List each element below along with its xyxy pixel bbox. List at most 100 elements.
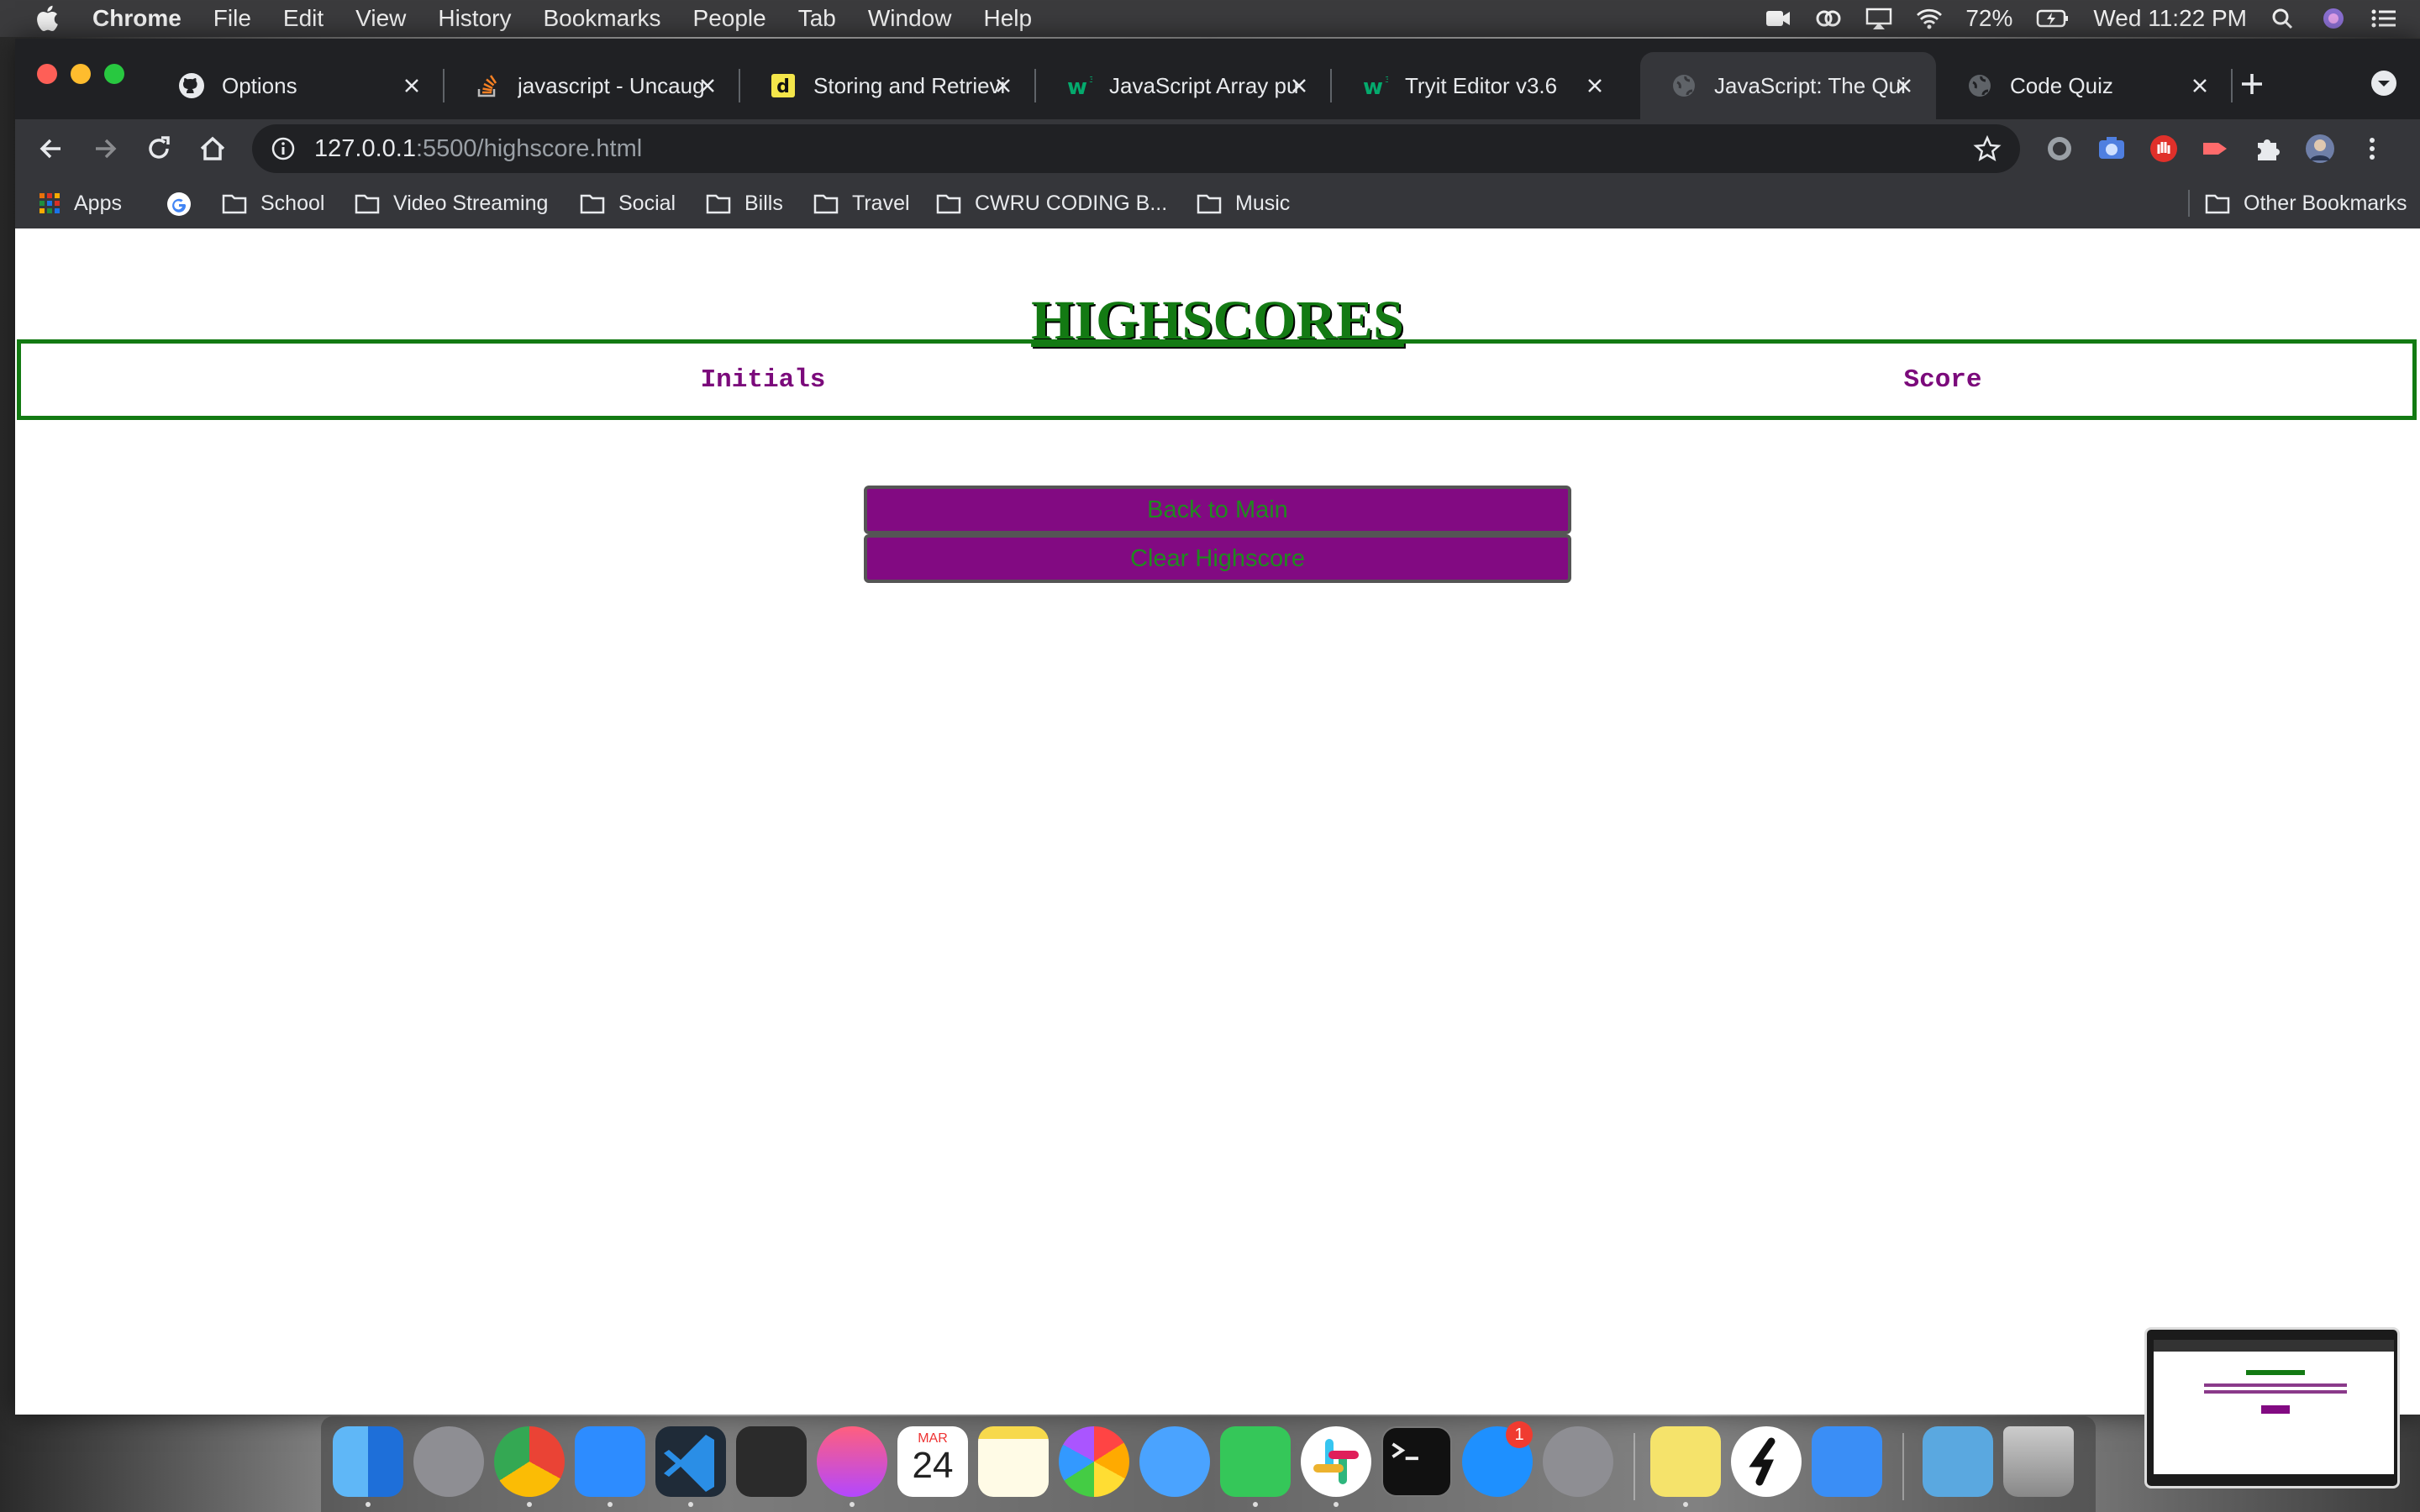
tab-close-icon[interactable] [1583,74,1607,97]
forward-arrow-icon[interactable] [89,133,121,165]
airplay-icon[interactable] [1865,7,1893,30]
folder-icon [2205,194,2230,214]
tab-code-quiz[interactable]: Code Quiz [1936,52,2233,119]
thumbnail-text-line [2204,1383,2347,1387]
stickies-icon[interactable] [1650,1426,1721,1497]
tab-title: Code Quiz [2010,72,2113,98]
globe-icon [1969,75,1991,97]
tab-storing-retrieving[interactable]: d Storing and Retrievi [739,52,1036,119]
finder-icon[interactable] [333,1426,403,1497]
messages-icon[interactable] [1139,1426,1210,1497]
bookmark-folder-travel[interactable]: Travel [813,178,910,228]
bookmark-folder-bills[interactable]: Bills [706,178,783,228]
menu-window[interactable]: Window [868,5,952,32]
bookmark-folder-video-streaming[interactable]: Video Streaming [355,178,548,228]
highscore-table-header: Initials Score [17,339,2417,420]
bookmark-folder-school[interactable]: School [222,178,324,228]
chrome-icon[interactable] [494,1426,565,1497]
back-arrow-icon[interactable] [35,133,67,165]
music-icon[interactable] [817,1426,887,1497]
menu-app-name[interactable]: Chrome [92,5,182,32]
tab-stackoverflow[interactable]: javascript - Uncaug [444,52,740,119]
tab-js-array-push[interactable]: w3 JavaScript Array pu [1035,52,1332,119]
tab-options[interactable]: Options [148,52,445,119]
zoom-app-icon[interactable] [575,1426,645,1497]
bookmark-other-bookmarks[interactable]: Other Bookmarks [2205,178,2407,228]
menu-edit[interactable]: Edit [283,5,324,32]
wifi-icon[interactable] [1915,7,1944,30]
new-tab-plus-icon[interactable] [2235,67,2269,101]
extension-camera-icon[interactable] [2096,133,2128,165]
bookmark-folder-social[interactable]: Social [580,178,676,228]
back-to-main-button[interactable]: Back to Main [864,486,1571,534]
tab-close-icon[interactable] [1287,74,1311,97]
trash-icon[interactable] [2003,1426,2074,1497]
dock-separator [1634,1433,1635,1500]
launchpad-icon[interactable] [413,1426,484,1497]
site-info-icon[interactable] [271,136,296,161]
menubar-clock[interactable]: Wed 11:22 PM [2093,5,2247,32]
clear-highscore-button[interactable]: Clear Highscore [864,534,1571,583]
bookmark-folder-cwru-coding[interactable]: CWRU CODING B... [936,178,1167,228]
dock-separator [1902,1433,1904,1500]
terminal-icon[interactable] [1381,1426,1452,1497]
downloads-folder-icon[interactable] [1923,1426,1993,1497]
logic-pro-icon[interactable] [736,1426,807,1497]
profile-avatar[interactable] [2304,133,2336,165]
apple-logo-icon[interactable] [34,3,64,34]
tab-close-icon[interactable] [696,74,719,97]
chrome-menu-kebab-icon[interactable] [2356,133,2388,165]
tab-close-icon[interactable] [1892,74,1916,97]
notes-icon[interactable] [978,1426,1049,1497]
tab-title: Tryit Editor v3.6 [1405,72,1558,98]
menu-help[interactable]: Help [983,5,1032,32]
bookmark-folder-music[interactable]: Music [1197,178,1290,228]
column-header-score: Score [1903,365,1982,395]
bookmark-label: Travel [852,191,910,215]
tab-javascript-quiz-active[interactable]: JavaScript: The Qui [1640,52,1936,119]
tab-close-icon[interactable] [2188,74,2212,97]
home-icon[interactable] [197,133,229,165]
extension-record-icon[interactable] [2044,133,2075,165]
system-preferences-icon[interactable] [1543,1426,1613,1497]
facetime-icon[interactable] [1220,1426,1291,1497]
menu-tab[interactable]: Tab [798,5,836,32]
spotlight-search-icon[interactable] [2269,7,2297,30]
slack-icon[interactable] [1301,1426,1371,1497]
google-icon[interactable] [166,192,192,217]
extension-video-icon[interactable] [2200,133,2232,165]
vscode-icon[interactable] [655,1426,726,1497]
extension-hand-icon[interactable] [2148,133,2180,165]
bookmark-apps[interactable]: Apps [39,178,122,228]
menu-view[interactable]: View [355,5,406,32]
battery-icon[interactable] [2034,7,2071,30]
menu-people[interactable]: People [693,5,766,32]
tab-tryit-editor[interactable]: w3 Tryit Editor v3.6 [1331,52,1627,119]
reload-icon[interactable] [143,133,175,165]
calendar-icon[interactable]: MAR 24 [897,1426,968,1497]
tab-title: javascript - Uncaug [518,72,705,98]
extensions-puzzle-icon[interactable] [2252,133,2284,165]
xcode-icon[interactable] [1812,1426,1882,1497]
splice-icon[interactable] [1731,1426,1802,1497]
menu-bookmarks[interactable]: Bookmarks [543,5,660,32]
photos-icon[interactable] [1059,1426,1129,1497]
window-zoom-button[interactable] [104,64,124,84]
mac-dock: MAR 24 1 [321,1416,2096,1512]
menu-file[interactable]: File [213,5,251,32]
menu-history[interactable]: History [438,5,511,32]
zoom-status-icon[interactable] [1764,7,1792,30]
tab-close-icon[interactable] [400,74,424,97]
siri-icon[interactable] [2319,7,2348,30]
address-bar[interactable]: 127.0.0.1:5500/highscore.html [252,124,2020,173]
column-header-initials: Initials [700,365,826,395]
window-close-button[interactable] [37,64,57,84]
bookmark-label: Other Bookmarks [2244,191,2407,215]
creative-cloud-icon[interactable] [1814,7,1843,30]
screenshot-preview-thumbnail[interactable] [2144,1327,2400,1488]
tab-search-chevron-icon[interactable] [2368,67,2400,99]
window-minimize-button[interactable] [71,64,91,84]
tab-close-icon[interactable] [992,74,1015,97]
bookmark-star-icon[interactable] [1973,134,2002,163]
notification-center-icon[interactable] [2370,7,2398,30]
